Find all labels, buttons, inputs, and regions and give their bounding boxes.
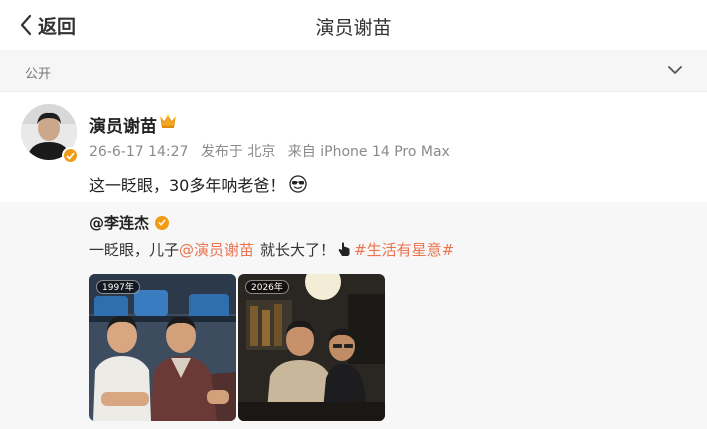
repost-photo-1[interactable]: 1997年 [89, 274, 236, 421]
year-tag: 1997年 [96, 280, 140, 294]
post-text: 这一眨眼，30多年呐老爸！ [89, 176, 286, 195]
author-name[interactable]: 演员谢苗 [89, 112, 157, 137]
repost-author-row: @李连杰 [89, 212, 170, 233]
visibility-selector[interactable]: 公开 [0, 50, 707, 92]
post-date: 26-6-17 14:27 [89, 144, 189, 160]
sunglasses-emoji-icon [289, 175, 308, 193]
mention-link[interactable]: @演员谢苗 [179, 239, 254, 260]
navigation-bar: 返回 演员谢苗 [0, 0, 707, 50]
repost-text-before: 一眨眼，儿子 [89, 241, 180, 259]
post-text-row: 这一眨眼，30多年呐老爸！ [89, 172, 308, 196]
repost-text-row: 一眨眼，儿子 @演员谢苗 就长大了！ #生活有星意# [89, 239, 454, 260]
verified-badge-icon [62, 147, 79, 164]
post-location: 发布于 北京 [200, 144, 276, 160]
repost-author[interactable]: @李连杰 [89, 212, 149, 233]
post-device: 来自 iPhone 14 Pro Max [287, 144, 450, 160]
pointing-hand-icon [338, 241, 350, 256]
weibo-post: 演员谢苗 26-6-17 14:27 发布于 北京 来自 iPhone 14 P… [0, 92, 707, 429]
repost-block[interactable]: @李连杰 一眨眼，儿子 @演员谢苗 就长大了！ #生活有星意# 1997年 20… [0, 202, 707, 429]
verified-badge-icon [155, 215, 170, 230]
hashtag-link[interactable]: #生活有星意# [354, 239, 454, 260]
post-meta: 26-6-17 14:27 发布于 北京 来自 iPhone 14 Pro Ma… [89, 141, 458, 161]
crown-icon [159, 114, 177, 128]
repost-photo-2[interactable]: 2026年 [238, 274, 385, 421]
visibility-label: 公开 [25, 67, 52, 82]
page-title: 演员谢苗 [315, 17, 392, 39]
chevron-down-icon[interactable] [667, 65, 683, 75]
year-tag: 2026年 [245, 280, 289, 294]
repost-text-after: 就长大了！ [260, 241, 336, 259]
